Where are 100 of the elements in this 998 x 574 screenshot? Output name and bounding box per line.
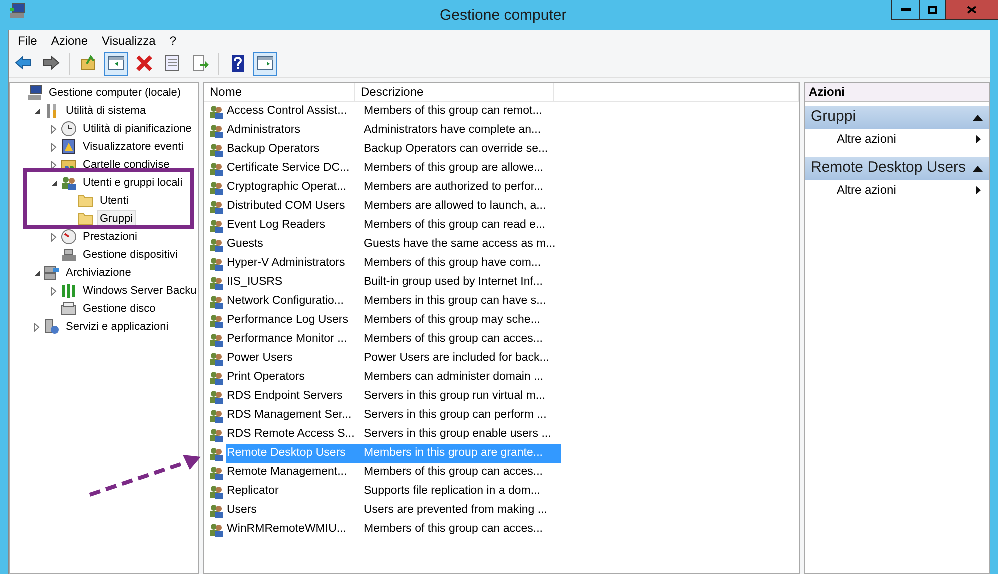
column-header[interactable]: Nome [204, 83, 355, 102]
group-description: Members of this group are allowe... [363, 160, 545, 176]
group-description: Servers in this group run virtual m... [363, 388, 547, 404]
group-name: Performance Log Users [226, 312, 350, 328]
tree-item[interactable]: Visualizzatore eventi [80, 138, 187, 156]
expander-icon[interactable] [51, 124, 57, 134]
list-row[interactable]: Administrators Administrators have complete an... [226, 121, 561, 140]
group-description: Power Users are included for back... [363, 350, 550, 366]
group-description: Members of this group can acces... [363, 332, 544, 347]
tree-item[interactable]: Prestazioni [80, 228, 140, 246]
group-icon [208, 142, 224, 158]
list-row[interactable]: Power Users Power Users are included for back... [226, 349, 561, 368]
tree-item[interactable]: Utilità di pianificazione [80, 120, 195, 138]
list-row[interactable]: IIS_IUSRS Built-in group used by Internet Inf... [226, 273, 561, 292]
group-description: Servers in this group can perform ... [363, 408, 548, 423]
expander-icon[interactable] [50, 180, 58, 186]
menu-item[interactable]: File [18, 32, 38, 50]
group-icon [208, 218, 224, 234]
list-row[interactable]: RDS Management Ser... Servers in this group can perform ... [226, 406, 561, 425]
group-name: Performance Monitor ... [226, 332, 348, 347]
group-name: RDS Endpoint Servers [226, 388, 344, 404]
list-row[interactable]: RDS Remote Access S... Servers in this group enable users ... [226, 425, 561, 444]
folder-icon [78, 211, 94, 227]
action-item[interactable]: Altre azioni [805, 129, 989, 149]
group-name: Print Operators [226, 370, 306, 385]
expander-icon[interactable] [51, 160, 57, 170]
toolbar-button[interactable] [104, 52, 128, 76]
users-icon [61, 175, 77, 191]
tree-item[interactable]: Servizi e applicazioni [63, 318, 172, 336]
folder-up-icon [78, 54, 98, 73]
device-icon [61, 247, 77, 263]
close-icon [967, 6, 977, 14]
list-row[interactable]: Backup Operators Backup Operators can override se... [226, 140, 561, 159]
list-row[interactable]: Guests Guests have the same access as m... [226, 235, 561, 254]
back-arrow-icon [14, 54, 32, 73]
tree-item[interactable]: Archiviazione [63, 264, 134, 282]
list-row[interactable]: Remote Management... Members of this group can acces... [226, 463, 561, 482]
app-icon[interactable] [9, 3, 27, 19]
section-header[interactable]: Gruppi [805, 106, 989, 129]
close-button[interactable] [946, 0, 998, 20]
tree-item[interactable]: Cartelle condivise [80, 156, 173, 174]
list-row[interactable]: Certificate Service DC... Members of this group are allowe... [226, 159, 561, 178]
list-row[interactable]: Cryptographic Operat... Members are authorized to perfor... [226, 178, 561, 197]
delete-icon [134, 54, 154, 73]
group-name: Backup Operators [226, 142, 321, 157]
expander-icon[interactable] [34, 322, 40, 332]
minimize-button[interactable] [891, 0, 920, 20]
expander-icon[interactable] [34, 270, 40, 276]
expander-icon[interactable] [34, 108, 40, 114]
group-icon [208, 332, 224, 348]
expander-icon[interactable] [51, 286, 57, 296]
column-header[interactable]: Descrizione [355, 83, 554, 102]
gauge-icon [61, 229, 77, 245]
menu-item[interactable]: ? [170, 32, 177, 50]
expander-icon[interactable] [51, 232, 57, 242]
export-icon [190, 54, 210, 73]
list-row[interactable]: Replicator Supports file replication in a dom... [226, 482, 561, 501]
group-name: Guests [226, 236, 264, 252]
group-description: Members are allowed to launch, a... [363, 198, 548, 214]
group-icon [208, 122, 224, 138]
group-icon [208, 256, 224, 272]
list-row[interactable]: RDS Endpoint Servers Servers in this group run virtual m... [226, 387, 561, 406]
group-description: Members of this group may sche... [363, 312, 542, 328]
list-row[interactable]: Performance Monitor ... Members of this group can acces... [226, 330, 561, 349]
actions-header: Azioni [805, 83, 989, 102]
tree-item[interactable]: Utenti [97, 192, 132, 210]
list-row[interactable]: Users Users are prevented from making ... [226, 501, 561, 520]
toolbar-button[interactable] [253, 52, 277, 76]
action-item[interactable]: Altre azioni [805, 180, 989, 200]
group-name: Distributed COM Users [226, 198, 346, 214]
group-name: Remote Desktop Users [226, 446, 347, 461]
storage-icon [44, 265, 60, 281]
list-row[interactable]: Access Control Assist... Members of this group can remot... [226, 102, 561, 121]
menu-item[interactable]: Azione [51, 32, 88, 50]
tree-item[interactable]: Gestione disco [80, 300, 159, 318]
list-row[interactable]: WinRMRemoteWMIU... Members of this group can acces... [226, 520, 561, 539]
expander-icon[interactable] [51, 142, 57, 152]
forward-arrow-icon [42, 54, 60, 73]
list-row[interactable]: Performance Log Users Members of this group may sche... [226, 311, 561, 330]
tree-item[interactable]: Utenti e gruppi locali [80, 174, 186, 192]
list-row[interactable]: Hyper-V Administrators Members of this group have com... [226, 254, 561, 273]
computer-icon [27, 85, 43, 101]
group-name: Certificate Service DC... [226, 160, 351, 176]
section-header[interactable]: Remote Desktop Users [805, 157, 989, 180]
group-name: Cryptographic Operat... [226, 180, 348, 195]
tree-item[interactable]: Gestione dispositivi [80, 246, 181, 264]
tree-pane-icon [106, 54, 126, 73]
group-icon [208, 104, 224, 120]
group-icon [208, 294, 224, 310]
list-row[interactable]: Distributed COM Users Members are allowed to launch, a... [226, 197, 561, 216]
list-row[interactable]: Print Operators Members can administer domain ... [226, 368, 561, 387]
group-description: Administrators have complete an... [363, 122, 542, 138]
event-icon [61, 139, 77, 155]
maximize-icon [928, 6, 937, 14]
list-row[interactable]: Event Log Readers Members of this group can read e... [226, 216, 561, 235]
tree-item[interactable]: Utilità di sistema [63, 102, 150, 120]
menu-item[interactable]: Visualizza [102, 32, 156, 50]
tree-item[interactable]: Gestione computer (locale) [46, 84, 184, 102]
list-row[interactable]: Network Configuratio... Members in this group can have s... [226, 292, 561, 311]
tree-item[interactable]: Windows Server Backu [80, 282, 198, 300]
